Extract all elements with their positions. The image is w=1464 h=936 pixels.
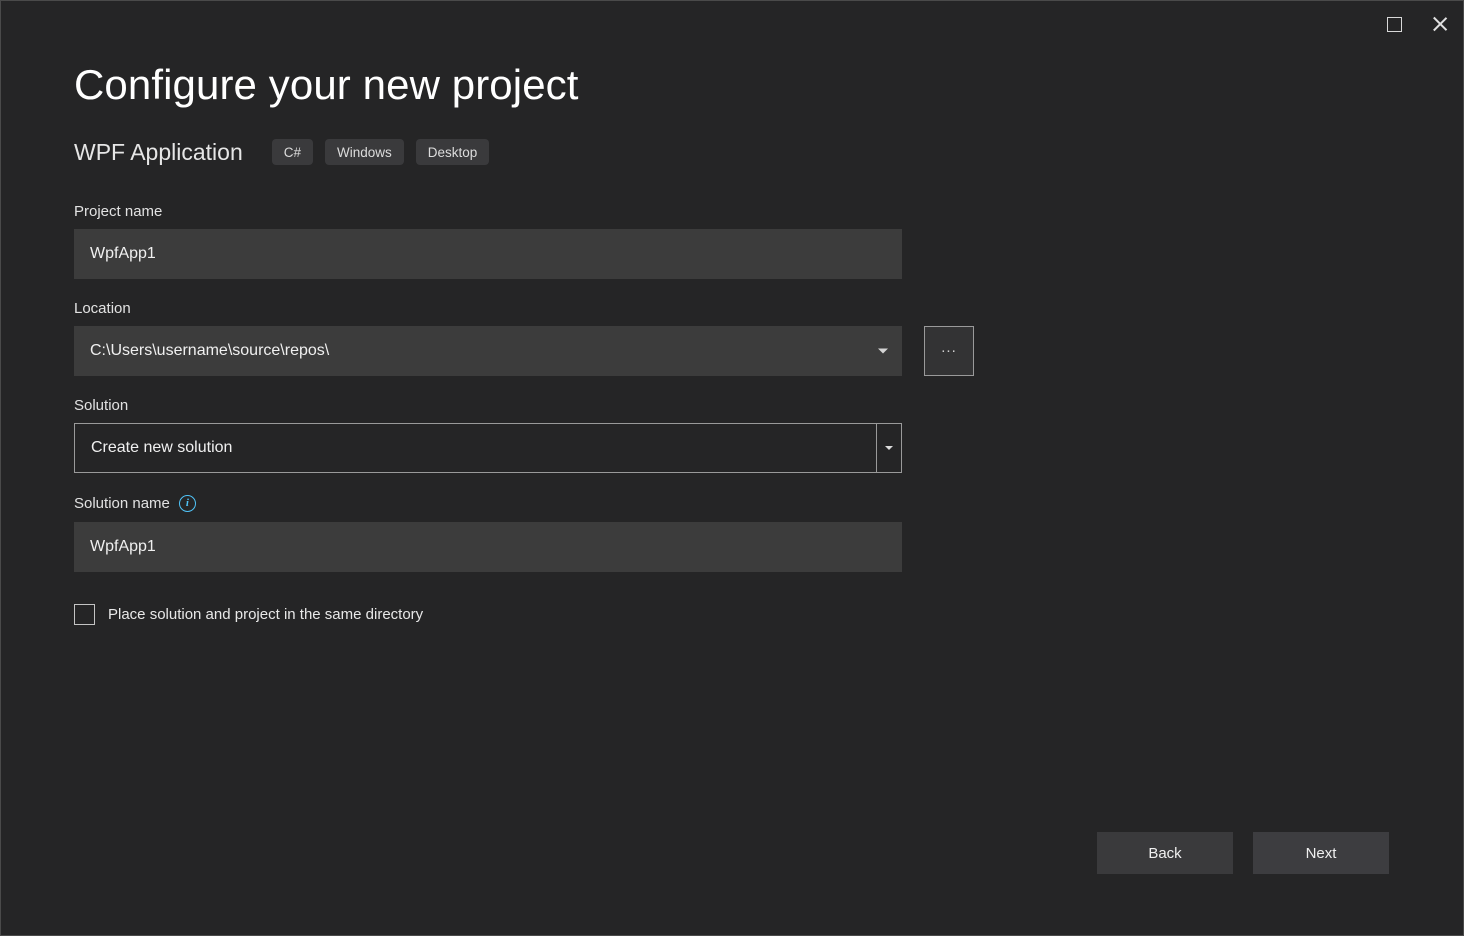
solution-dropdown-button[interactable] [876, 424, 901, 472]
close-button[interactable] [1417, 1, 1463, 47]
maximize-button[interactable] [1371, 1, 1417, 47]
dialog-footer: Back Next [1097, 832, 1389, 874]
info-icon[interactable]: i [179, 495, 196, 512]
chevron-down-icon [885, 446, 893, 450]
location-combobox[interactable]: C:\Users\username\source\repos\ [74, 326, 902, 376]
dialog-content: Configure your new project WPF Applicati… [74, 61, 1423, 625]
location-value: C:\Users\username\source\repos\ [90, 342, 329, 360]
location-field-group: Location C:\Users\username\source\repos\… [74, 301, 1423, 376]
tag-language: C# [272, 139, 313, 165]
configure-project-dialog: Configure your new project WPF Applicati… [0, 0, 1464, 936]
template-name: WPF Application [74, 141, 243, 164]
solution-name-field-group: Solution name i WpfApp1 [74, 495, 1423, 572]
solution-label: Solution [74, 398, 1423, 413]
solution-combobox[interactable]: Create new solution [74, 423, 902, 473]
tag-platform: Windows [325, 139, 404, 165]
project-name-label: Project name [74, 204, 1423, 219]
solution-name-label: Solution name [74, 496, 170, 511]
same-directory-checkbox[interactable] [74, 604, 95, 625]
chevron-down-icon [878, 349, 888, 354]
solution-value: Create new solution [75, 439, 876, 457]
project-name-input[interactable]: WpfApp1 [74, 229, 902, 279]
same-directory-checkbox-row[interactable]: Place solution and project in the same d… [74, 604, 1423, 625]
tag-project-type: Desktop [416, 139, 490, 165]
solution-name-label-row: Solution name i [74, 495, 1423, 512]
same-directory-label: Place solution and project in the same d… [108, 607, 423, 622]
title-bar [1, 1, 1463, 51]
browse-button[interactable]: ... [924, 326, 974, 376]
next-button[interactable]: Next [1253, 832, 1389, 874]
maximize-icon [1387, 17, 1402, 32]
template-summary: WPF Application C# Windows Desktop [74, 137, 1423, 167]
solution-field-group: Solution Create new solution [74, 398, 1423, 473]
project-name-field-group: Project name WpfApp1 [74, 204, 1423, 279]
solution-name-input[interactable]: WpfApp1 [74, 522, 902, 572]
back-button[interactable]: Back [1097, 832, 1233, 874]
location-row: C:\Users\username\source\repos\ ... [74, 326, 1423, 376]
location-label: Location [74, 301, 1423, 316]
page-title: Configure your new project [74, 61, 1423, 109]
close-icon [1431, 15, 1449, 33]
